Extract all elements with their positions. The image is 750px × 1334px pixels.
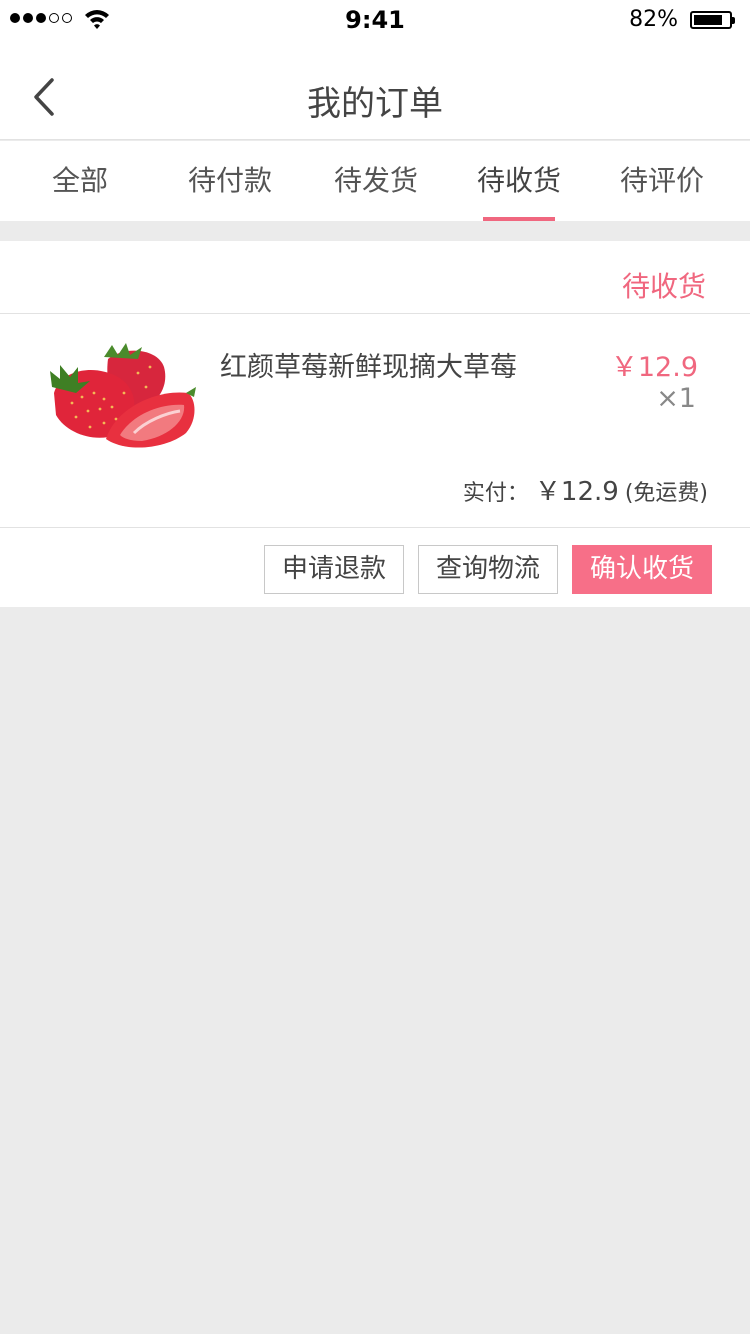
divider <box>0 527 750 528</box>
tab-label: 待收货 <box>476 164 561 197</box>
confirm-receipt-button[interactable]: 确认收货 <box>572 545 712 594</box>
tab-label: 待发货 <box>333 164 418 197</box>
tab-all[interactable]: 全部 <box>15 141 145 221</box>
nav-header: 我的订单 <box>0 40 750 140</box>
refund-button[interactable]: 申请退款 <box>264 545 404 594</box>
battery-icon <box>690 11 735 29</box>
track-logistics-button[interactable]: 查询物流 <box>418 545 558 594</box>
payment-amount: ￥12.9 <box>534 477 619 507</box>
divider <box>0 313 750 314</box>
product-image[interactable] <box>46 337 200 453</box>
product-price: ￥12.9 <box>610 352 698 383</box>
tab-label: 全部 <box>51 164 108 197</box>
product-quantity: ×1 <box>656 383 696 414</box>
tab-pending-payment[interactable]: 待付款 <box>165 141 295 221</box>
active-tab-indicator <box>483 217 555 221</box>
tab-label: 待付款 <box>187 164 272 197</box>
payment-summary: 实付： ￥12.9 (免运费) <box>463 471 708 508</box>
payment-label: 实付： <box>462 481 529 506</box>
tab-label: 待评价 <box>619 164 704 197</box>
order-status-label: 待收货 <box>621 270 706 303</box>
tab-pending-receipt[interactable]: 待收货 <box>454 141 584 221</box>
status-bar: 9:41 82% <box>0 0 750 40</box>
tab-pending-review[interactable]: 待评价 <box>597 141 727 221</box>
order-actions: 申请退款 查询物流 确认收货 <box>264 545 712 594</box>
tab-pending-shipment[interactable]: 待发货 <box>311 141 441 221</box>
shipping-note: (免运费) <box>624 481 708 506</box>
product-name[interactable]: 红颜草莓新鲜现摘大草莓 <box>220 345 517 384</box>
order-card: 待收货 红颜草莓新鲜现摘大草莓 ￥12.9 ×1 实付： ￥12.9 (免运费)… <box>0 241 750 607</box>
battery-percentage: 82% <box>629 7 678 32</box>
page-title: 我的订单 <box>307 84 443 124</box>
order-tabs: 全部 待付款 待发货 待收货 待评价 <box>0 141 750 221</box>
